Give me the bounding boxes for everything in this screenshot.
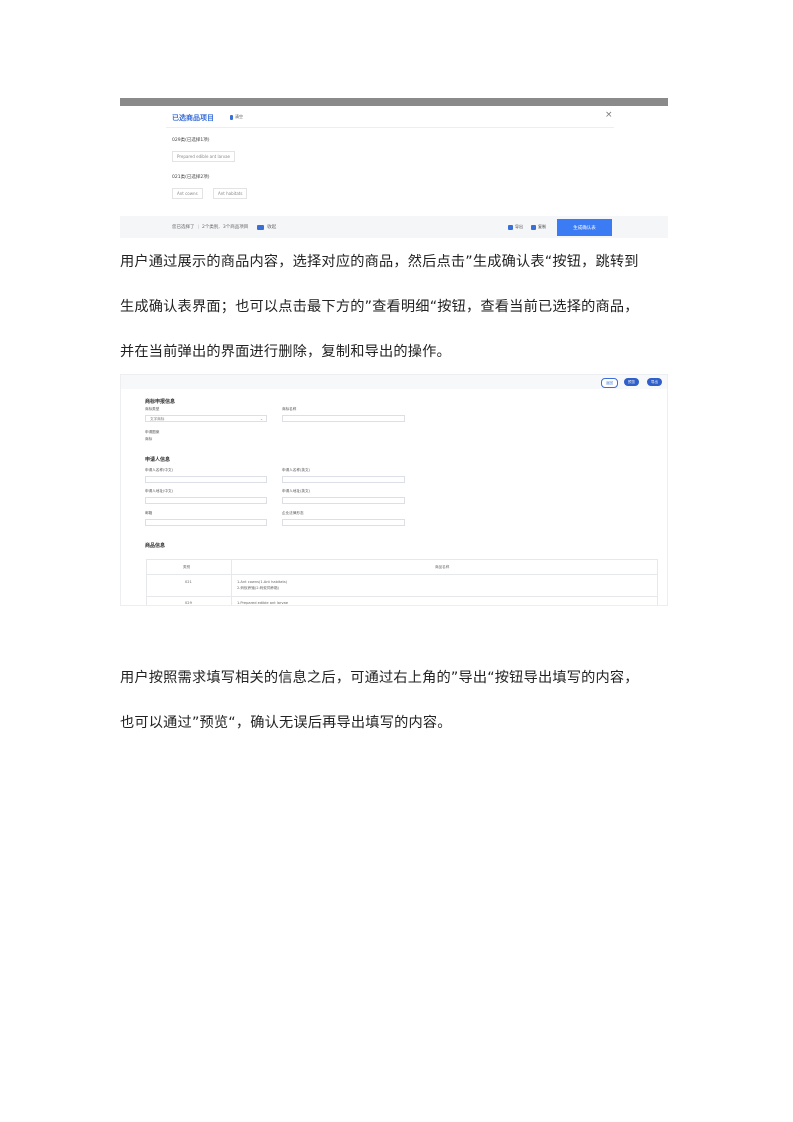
copy-button[interactable]: 复制	[531, 224, 546, 230]
export-label: 导出	[515, 224, 523, 229]
field-label: 商标类型	[145, 407, 160, 411]
summary-items: 3个商品项目	[222, 225, 249, 230]
trademark-type-select[interactable]: 文字商标 ⌄	[145, 415, 267, 422]
preview-button[interactable]: 预览	[624, 378, 639, 386]
export-icon	[508, 224, 513, 230]
panel-title: 已选商品项目	[172, 114, 214, 122]
chevron-down-icon: ⌄	[259, 417, 263, 421]
trash-icon	[230, 114, 233, 120]
clear-label: 清空	[235, 114, 243, 119]
table-cell-class: 029	[185, 601, 192, 605]
field-value: 商标	[145, 437, 153, 441]
field-label: 企业法律形态	[282, 511, 304, 515]
applicant-address-en-input[interactable]	[282, 497, 405, 504]
item-tag[interactable]: Ant habitats	[213, 188, 248, 199]
section-title: 商标申报信息	[145, 399, 176, 405]
table-header: 商品名称	[435, 565, 450, 569]
collapse-link[interactable]: 收起	[267, 224, 276, 230]
group-title: 029类(已选择1项)	[172, 138, 210, 143]
selected-items-screenshot: 已选商品项目 清空 × 029类(已选择1项) Prepared edible …	[120, 98, 668, 238]
group-title: 021类(已选择2项)	[172, 175, 210, 180]
goods-table: 类别 商品名称 021 1.Ant cowns(1.Ant habitats) …	[146, 559, 658, 605]
trademark-name-input[interactable]	[282, 415, 405, 422]
field-label: 申请人名称(英文)	[282, 468, 310, 472]
paragraph-line: 用户通过展示的商品内容，选择对应的商品，然后点击”生成确认表“按钮，跳转到	[120, 254, 639, 270]
confirm-form-screenshot: 返回 预览 导出 商标申报信息 商标类型 文字商标 ⌄ 商标名称 申请图案 商标…	[120, 374, 668, 606]
paragraph-2: 用户按照需求填写相关的信息之后，可通过右上角的”导出“按钮导出填写的内容， 也可…	[120, 656, 668, 746]
paragraph-1: 用户通过展示的商品内容，选择对应的商品，然后点击”生成确认表“按钮，跳转到 生成…	[120, 240, 668, 375]
applicant-name-en-input[interactable]	[282, 476, 405, 483]
paragraph-line: 生成确认表界面；也可以点击最下方的”查看明细“按钮，查看当前已选择的商品，	[120, 299, 639, 315]
table-cell-class: 021	[185, 580, 192, 584]
modal-top-bar	[120, 98, 668, 106]
copy-label: 复制	[538, 224, 546, 229]
table-cell-goods: 1.Prepared edible ant larvae	[237, 601, 289, 605]
table-header: 类别	[183, 565, 191, 569]
table-cell-goods: 1.Ant cowns(1.Ant habitats)	[237, 580, 288, 584]
field-label: 申请人名称(中文)	[145, 468, 173, 472]
back-button[interactable]: 返回	[601, 378, 618, 388]
paragraph-line: 也可以通过”预览“，确认无误后再导出填写的内容。	[120, 715, 452, 731]
summary-classes: 2个类别,	[202, 225, 220, 230]
section-title: 申请人信息	[145, 457, 171, 463]
select-value: 文字商标	[150, 417, 165, 421]
item-tag[interactable]: Ant cowns	[172, 188, 203, 199]
paragraph-line: 用户按照需求填写相关的信息之后，可通过右上角的”导出“按钮导出填写的内容，	[120, 670, 639, 686]
close-icon[interactable]: ×	[605, 110, 613, 120]
field-label: 申请人地址(中文)	[145, 489, 173, 493]
item-tag[interactable]: Prepared edible ant larvae	[172, 151, 235, 162]
field-label: 申请图案	[145, 430, 160, 434]
selection-summary: 您已选择了 | 2个类别, 3个商品项目 收起	[172, 224, 277, 230]
export-button[interactable]: 导出	[647, 378, 662, 386]
applicant-address-cn-input[interactable]	[145, 497, 267, 504]
divider	[166, 127, 614, 128]
table-cell-goods: 2.蚂蚁养殖(2.蚂蚁饲养箱)	[237, 586, 280, 590]
legal-form-input[interactable]	[282, 519, 405, 526]
summary-prefix: 您已选择了	[172, 225, 195, 230]
email-field[interactable]	[145, 519, 267, 526]
generate-confirm-button[interactable]: 生成确认表	[557, 219, 612, 236]
export-button[interactable]: 导出	[508, 224, 523, 230]
applicant-name-cn-input[interactable]	[145, 476, 267, 483]
folder-icon	[257, 224, 265, 230]
field-label: 邮箱	[145, 511, 153, 515]
section-title: 商品信息	[145, 543, 166, 549]
field-label: 申请人地址(英文)	[282, 489, 310, 493]
clear-button[interactable]: 清空	[230, 114, 243, 120]
field-label: 商标名称	[282, 407, 297, 411]
copy-icon	[531, 224, 536, 230]
paragraph-line: 并在当前弹出的界面进行删除，复制和导出的操作。	[120, 344, 451, 360]
